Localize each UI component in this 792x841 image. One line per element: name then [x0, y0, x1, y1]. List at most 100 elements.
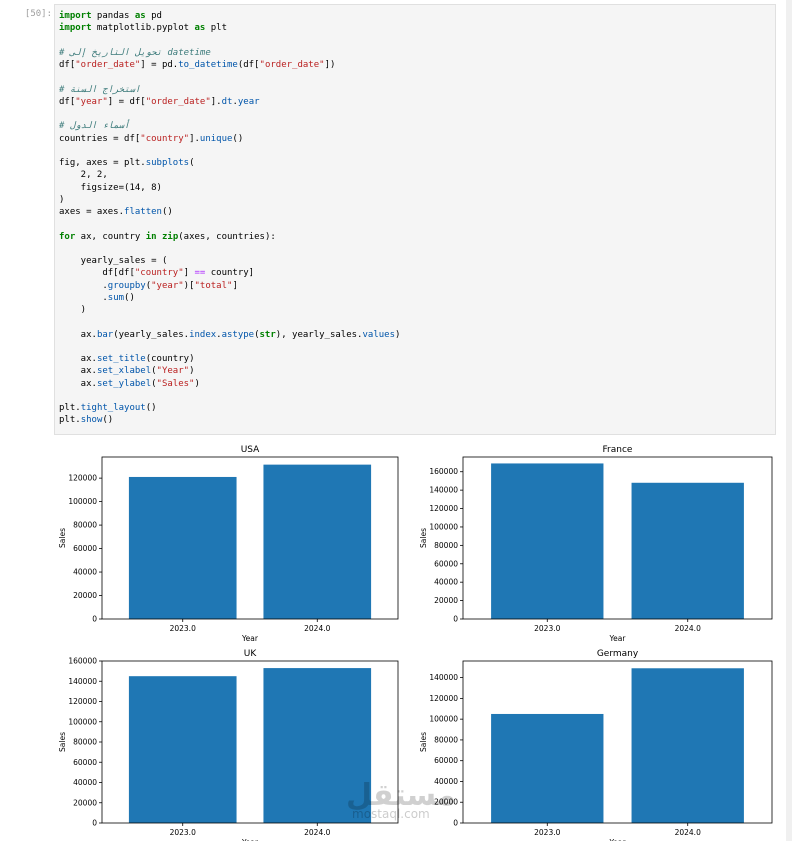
code-line: plt.show(): [59, 414, 400, 426]
code-line: df["year"] = df["order_date"].dt.year: [59, 96, 400, 108]
y-tick-label: 100000: [68, 497, 97, 506]
code-token: set_xlabel: [96, 366, 152, 377]
y-tick-label: 80000: [434, 541, 458, 550]
code-token: (: [189, 158, 195, 168]
y-tick-label: 40000: [73, 778, 97, 787]
y-tick-label: 40000: [73, 568, 97, 577]
subplot-title: Germany: [597, 649, 639, 659]
bar: [631, 482, 744, 619]
y-tick-label: 0: [453, 819, 458, 828]
code-token: df[: [59, 96, 76, 107]
code-token: dt: [221, 96, 233, 107]
code-token: flatten: [124, 207, 162, 217]
code-token: str: [259, 329, 276, 340]
code-token: set_title: [96, 354, 146, 364]
code-token: pandas: [91, 11, 135, 21]
code-token: ] = pd.: [140, 60, 179, 70]
x-tick-label: 2024.0: [675, 828, 701, 837]
code-token: (): [145, 403, 157, 413]
code-token: show: [80, 415, 103, 426]
code-token: set_ylabel: [96, 378, 152, 389]
code-token: ): [189, 366, 195, 377]
scrollbar[interactable]: [786, 0, 792, 841]
y-tick-label: 80000: [73, 738, 97, 747]
y-tick-label: 0: [92, 819, 97, 828]
code-line: yearly_sales = (: [59, 255, 400, 267]
x-axis-label: Year: [609, 634, 627, 643]
code-token: yearly_sales = (: [59, 256, 168, 266]
code-token: ] = df[: [107, 96, 146, 107]
y-tick-label: 20000: [434, 596, 458, 605]
code-line: axes = axes.flatten(): [59, 206, 400, 218]
code-token: (axes, countries):: [178, 231, 276, 242]
code-token: values: [362, 329, 395, 340]
code-token: axes = axes.: [59, 207, 125, 217]
code-line: ax.set_xlabel("Year"): [59, 365, 400, 377]
code-line: for ax, country in zip(axes, countries):: [59, 231, 400, 243]
code-token: groupby: [107, 280, 146, 291]
y-tick-label: 100000: [429, 522, 458, 531]
code-token: plt.: [59, 403, 81, 413]
code-token: (): [161, 207, 173, 217]
code-token: ): [59, 194, 65, 205]
code-token: figsize=(14, 8): [59, 182, 162, 193]
y-tick-label: 60000: [73, 758, 97, 767]
code-token: astype: [221, 329, 255, 340]
code-line: 2, 2,: [59, 169, 400, 181]
code-line: .groupby("year")["total"]: [59, 280, 400, 292]
code-token: for: [59, 231, 76, 242]
subplot-title: UK: [244, 649, 258, 659]
code-token: bar: [96, 329, 114, 340]
code-token: index: [189, 329, 217, 340]
code-line: .sum(): [59, 292, 400, 304]
bar: [491, 463, 604, 619]
subplot-title: France: [603, 445, 633, 455]
y-tick-label: 60000: [73, 544, 97, 553]
code-token: tight_layout: [80, 403, 146, 413]
code-token: zip: [161, 231, 179, 242]
code-token: "Sales": [156, 378, 195, 389]
code-token: (): [102, 415, 114, 426]
code-token: (df[: [237, 60, 260, 70]
y-tick-label: 120000: [429, 694, 458, 703]
code-token: import: [59, 23, 92, 34]
bar: [128, 676, 237, 823]
code-token: ]): [324, 60, 336, 70]
cell-execution-count: [50]:: [24, 9, 52, 19]
code-token: as: [134, 11, 146, 21]
y-tick-label: 100000: [68, 717, 97, 726]
code-token: sum: [107, 292, 125, 303]
code-token: country]: [205, 268, 255, 279]
y-tick-label: 160000: [68, 657, 97, 666]
code-token: "order_date": [259, 60, 325, 70]
code-token: # تحويل التاريخ إلى datetime: [59, 47, 211, 58]
code-token: matplotlib.pyplot: [91, 23, 195, 34]
code-token: plt: [205, 23, 227, 34]
code-token: import: [59, 11, 92, 21]
code-token: ].: [210, 96, 222, 107]
code-editor[interactable]: import pandas as pd import matplotlib.pyp…: [59, 10, 400, 427]
y-tick-label: 20000: [73, 591, 97, 600]
code-token: (yearly_sales.: [113, 329, 190, 340]
code-cell[interactable]: import pandas as pd import matplotlib.pyp…: [54, 4, 776, 435]
code-line: ): [59, 304, 400, 316]
code-token: year: [237, 96, 260, 107]
code-token: "country": [140, 133, 190, 144]
code-token: ]: [183, 268, 195, 279]
code-token: subplots: [145, 158, 190, 168]
code-token: 2, 2,: [59, 170, 108, 181]
x-tick-label: 2024.0: [675, 624, 701, 633]
code-token: plt.: [59, 415, 81, 426]
code-token: .: [59, 280, 108, 291]
code-token: ==: [194, 268, 206, 279]
x-tick-label: 2023.0: [534, 624, 560, 633]
y-tick-label: 60000: [434, 559, 458, 568]
code-line: ): [59, 194, 400, 206]
code-token: fig, axes = plt.: [59, 158, 146, 168]
code-line: df[df["country"] == country]: [59, 267, 400, 279]
bar: [491, 713, 604, 823]
